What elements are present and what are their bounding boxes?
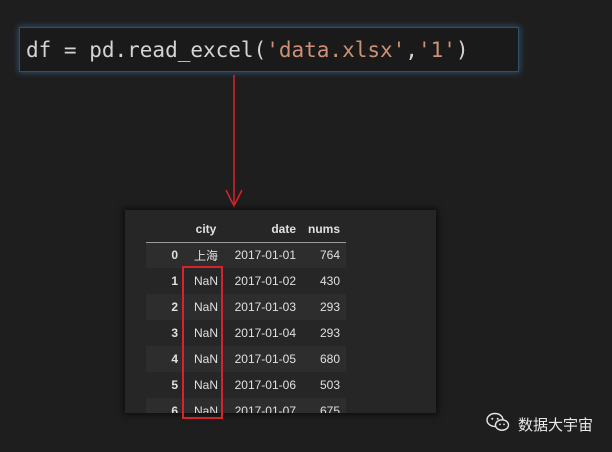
row-index: 6: [171, 404, 178, 413]
cell-date: 2017-01-05: [234, 352, 296, 366]
wechat-icon: [486, 412, 510, 436]
row-index: 5: [171, 378, 178, 392]
header-city: city: [184, 216, 228, 243]
dataframe-output: city date nums 0 上海 2017-01-01 764 1 NaN…: [125, 210, 436, 413]
header-index: [146, 216, 184, 243]
cell-nums: 503: [319, 378, 341, 392]
cell-nums: 675: [319, 404, 341, 413]
row-index: 0: [171, 248, 178, 263]
row-index: 2: [171, 300, 178, 314]
cell-date: 2017-01-02: [234, 274, 296, 288]
table-row: 1 NaN 2017-01-02 430: [146, 268, 347, 294]
watermark: 数据大宇宙: [486, 412, 593, 436]
header-date: date: [228, 216, 302, 243]
table-header-row: city date nums: [146, 216, 347, 243]
table-row: 5 NaN 2017-01-06 503: [146, 372, 347, 398]
table-row: 6 NaN 2017-01-07 675: [146, 398, 347, 413]
table-row: 2 NaN 2017-01-03 293: [146, 294, 347, 320]
row-index: 4: [171, 352, 178, 366]
cell-nums: 293: [319, 300, 341, 314]
dataframe-table: city date nums 0 上海 2017-01-01 764 1 NaN…: [146, 216, 347, 413]
cell-nums: 680: [319, 352, 341, 366]
row-index: 3: [171, 326, 178, 340]
table-row: 3 NaN 2017-01-04 293: [146, 320, 347, 346]
cell-date: 2017-01-07: [234, 404, 296, 413]
header-nums: nums: [302, 216, 347, 243]
table-row: 4 NaN 2017-01-05 680: [146, 346, 347, 372]
watermark-label: 数据大宇宙: [518, 415, 594, 434]
cell-nums: 764: [319, 248, 341, 263]
nan-highlight-box: [182, 266, 223, 419]
row-index: 1: [171, 274, 178, 288]
cell-nums: 293: [319, 326, 341, 340]
table-row: 0 上海 2017-01-01 764: [146, 242, 347, 268]
cell-date: 2017-01-01: [234, 248, 296, 263]
cell-date: 2017-01-04: [234, 326, 296, 340]
cell-city: 上海: [193, 248, 218, 263]
cell-date: 2017-01-03: [234, 300, 296, 314]
cell-date: 2017-01-06: [234, 378, 296, 392]
cell-nums: 430: [319, 274, 341, 288]
